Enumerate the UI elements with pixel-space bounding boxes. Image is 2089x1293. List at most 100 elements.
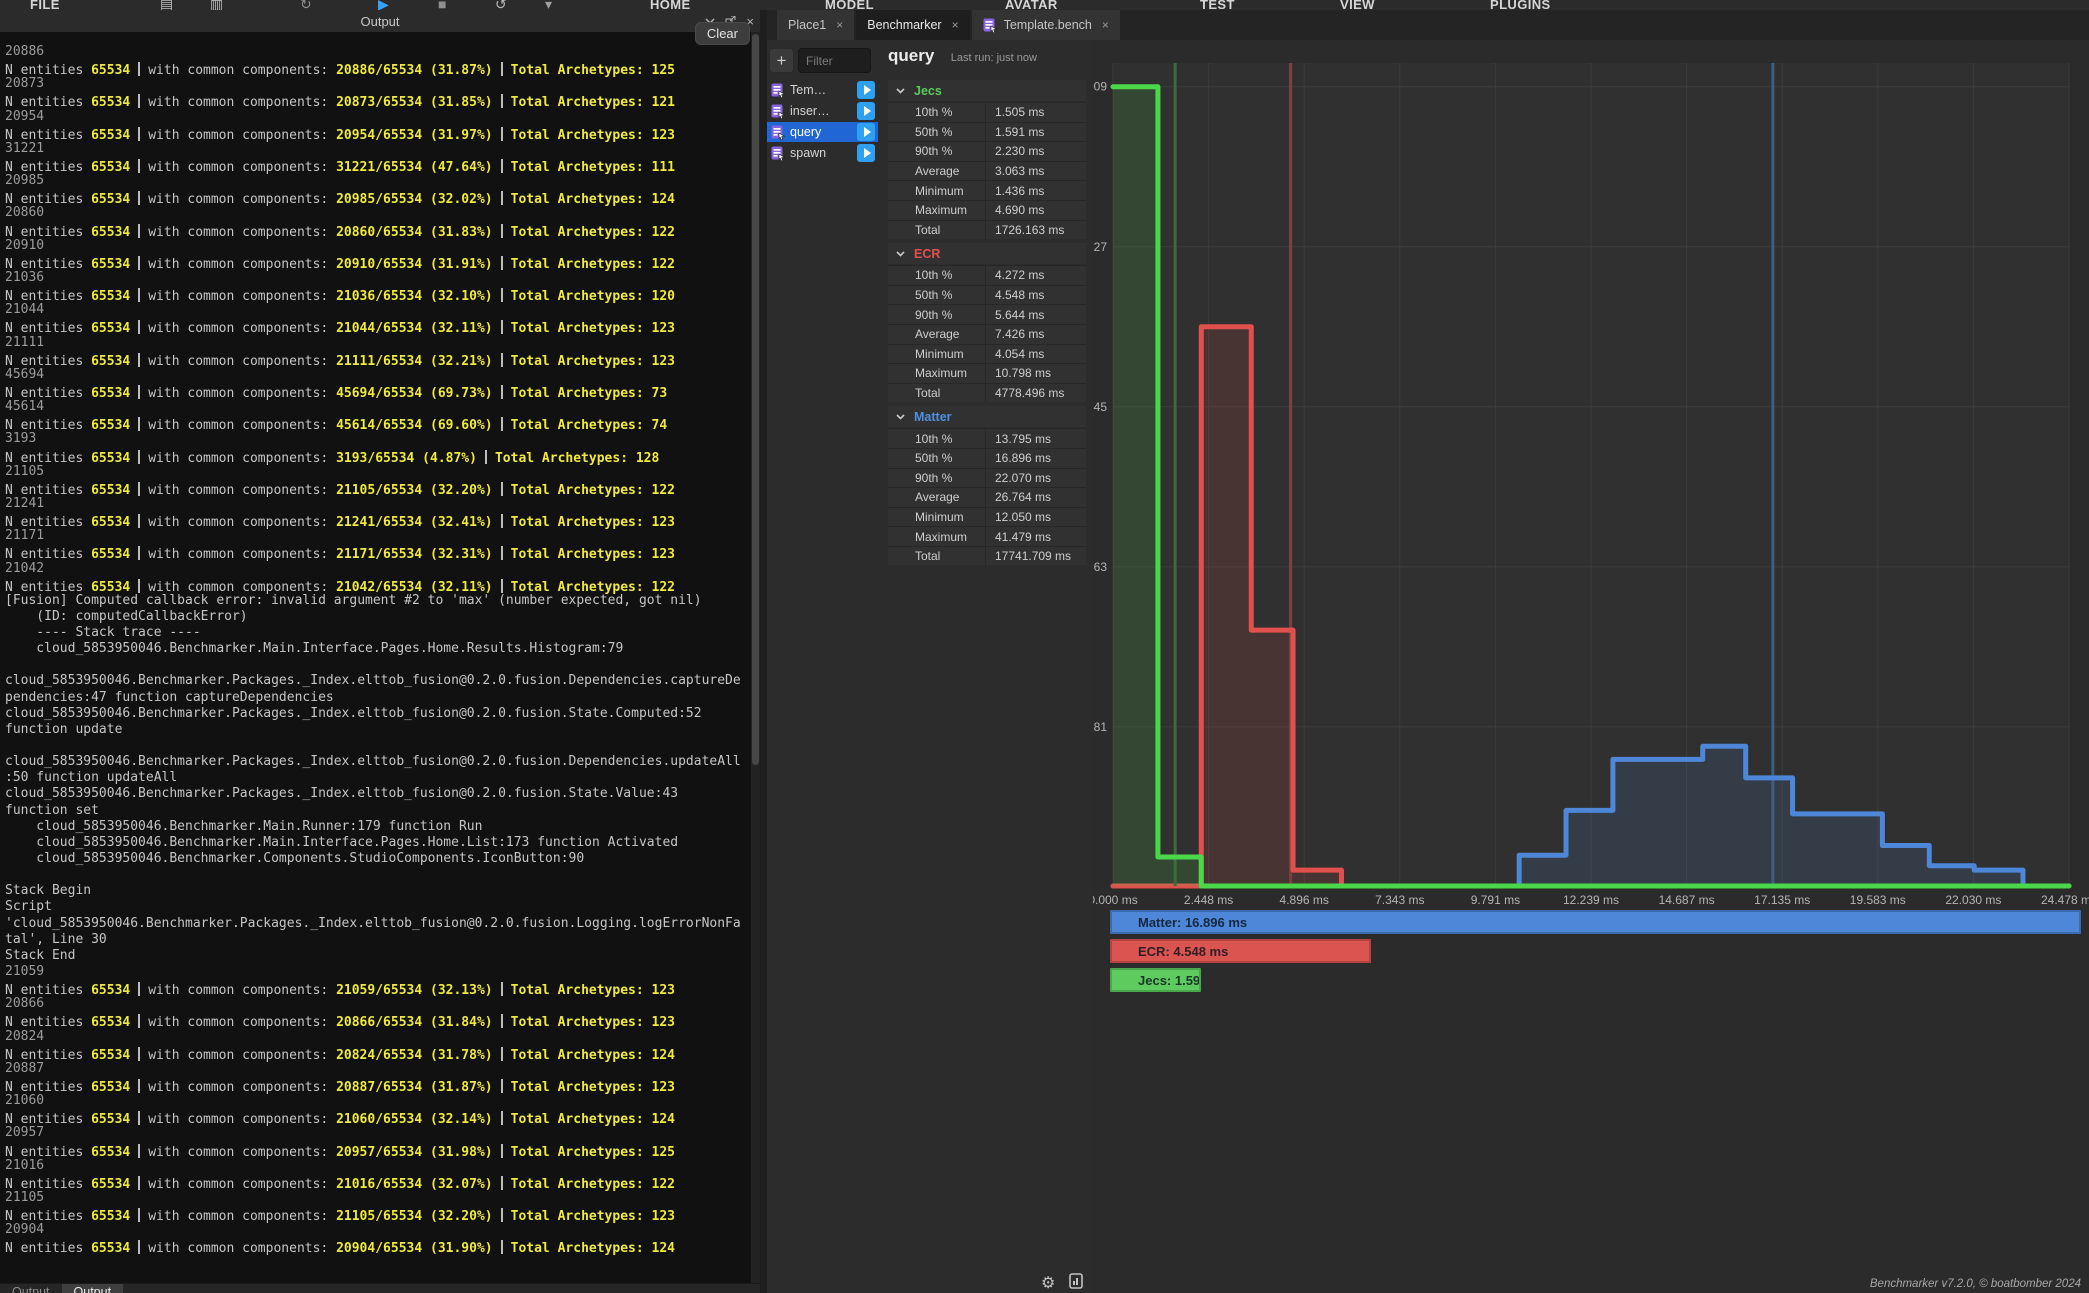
x-tick-label: 12.239 ms bbox=[1563, 893, 1619, 907]
stat-label: Maximum bbox=[888, 201, 985, 220]
run-benchmark-button[interactable] bbox=[857, 102, 875, 120]
stat-label: Maximum bbox=[888, 527, 985, 546]
undo-icon[interactable]: ↺ bbox=[495, 0, 507, 10]
stat-label: Minimum bbox=[888, 181, 985, 200]
console-line: cloud_5853950046.Benchmarker.Components.… bbox=[5, 851, 760, 867]
menu-test[interactable]: TEST bbox=[1200, 0, 1235, 10]
stat-label: 10th % bbox=[888, 266, 985, 285]
stat-label: Average bbox=[888, 325, 985, 344]
y-tick-label: 545 bbox=[1093, 400, 1107, 414]
stat-value: 41.479 ms bbox=[985, 527, 1086, 546]
console-line: N entities 65534with common components: … bbox=[5, 1012, 760, 1028]
paste-icon[interactable]: ▤ bbox=[160, 0, 173, 10]
x-tick-label: 0.000 ms bbox=[1093, 893, 1138, 907]
y-tick-label: 727 bbox=[1093, 240, 1107, 254]
section-header-ecr[interactable]: ECR bbox=[888, 243, 1086, 264]
console-line: 20957 bbox=[5, 1125, 760, 1141]
stat-value: 22.070 ms bbox=[985, 469, 1086, 488]
section-header-jecs[interactable]: Jecs bbox=[888, 80, 1086, 101]
settings-gear-icon[interactable]: ⚙ bbox=[1041, 1273, 1055, 1293]
benchmark-item-query[interactable]: query bbox=[767, 122, 878, 142]
console-line: N entities 65534with common components: … bbox=[5, 351, 760, 367]
console-line: 20866 bbox=[5, 996, 760, 1012]
y-tick-label: 181 bbox=[1093, 720, 1107, 734]
console-line: Stack End bbox=[5, 948, 760, 964]
legend-ecr[interactable]: ECR: 4.548 ms bbox=[1110, 939, 1371, 963]
output-scrollbar[interactable] bbox=[751, 32, 760, 1293]
clear-button[interactable]: Clear bbox=[695, 22, 750, 45]
tab-benchmarker[interactable]: Benchmarker × bbox=[856, 10, 969, 40]
play-icon[interactable]: ▶ bbox=[378, 0, 389, 10]
console-line: ---- Stack trace ---- bbox=[5, 625, 760, 641]
tab-close-icon[interactable]: × bbox=[836, 18, 843, 32]
console-line: 20873 bbox=[5, 76, 760, 92]
stat-value: 10.798 ms bbox=[985, 364, 1086, 383]
section-name: Jecs bbox=[914, 84, 942, 98]
console-line: N entities 65534with common components: … bbox=[5, 1206, 760, 1222]
report-icon[interactable] bbox=[1069, 1273, 1083, 1289]
benchmark-item-label: query bbox=[790, 125, 821, 139]
stop-icon[interactable]: ■ bbox=[438, 0, 446, 10]
console-line: 31221 bbox=[5, 141, 760, 157]
console-line: 45614 bbox=[5, 399, 760, 415]
menu-plugins[interactable]: PLUGINS bbox=[1490, 0, 1551, 10]
benchmarker-body: + Tem…inser…queryspawn ⚙ query Last run:… bbox=[767, 40, 2089, 1293]
stat-row-matter-2: 90th %22.070 ms bbox=[888, 468, 1086, 488]
section-header-matter[interactable]: Matter bbox=[888, 406, 1086, 427]
run-benchmark-button[interactable] bbox=[857, 144, 875, 162]
console-line: 21111 bbox=[5, 335, 760, 351]
chevron-down-icon bbox=[896, 414, 905, 420]
console-line: 21059 bbox=[5, 964, 760, 980]
menu-avatar[interactable]: AVATAR bbox=[1005, 0, 1058, 10]
legend-matter[interactable]: Matter: 16.896 ms bbox=[1110, 910, 2081, 934]
play-icon bbox=[864, 106, 871, 116]
stat-label: Average bbox=[888, 162, 985, 181]
tab-place1[interactable]: Place1× bbox=[777, 10, 854, 40]
stat-value: 17741.709 ms bbox=[985, 547, 1086, 566]
stat-row-matter-4: Minimum12.050 ms bbox=[888, 507, 1086, 527]
run-benchmark-button[interactable] bbox=[857, 81, 875, 99]
filter-input[interactable] bbox=[798, 48, 871, 73]
stat-row-matter-5: Maximum41.479 ms bbox=[888, 526, 1086, 546]
benchmark-item-inser[interactable]: inser… bbox=[767, 101, 878, 121]
stat-row-jecs-1: 50th %1.591 ms bbox=[888, 122, 1086, 142]
console-line: N entities 65534with common components: … bbox=[5, 480, 760, 496]
stat-row-ecr-4: Minimum4.054 ms bbox=[888, 344, 1086, 364]
benchmark-item-Tem[interactable]: Tem… bbox=[767, 80, 878, 100]
console-line: N entities 65534with common components: … bbox=[5, 1142, 760, 1158]
console-line: N entities 65534with common components: … bbox=[5, 254, 760, 270]
menu-file[interactable]: FILE bbox=[30, 0, 60, 10]
save-icon[interactable]: ▥ bbox=[210, 0, 223, 10]
caret-down-icon[interactable]: ▾ bbox=[545, 0, 552, 10]
script-icon bbox=[771, 125, 785, 140]
menu-home[interactable]: HOME bbox=[650, 0, 691, 10]
add-benchmark-button[interactable]: + bbox=[769, 48, 794, 73]
console-line: [Fusion] Computed callback error: invali… bbox=[5, 593, 760, 609]
histogram-area: 1813635457279090.000 ms2.448 ms4.896 ms7… bbox=[1093, 40, 2089, 1293]
tab-close-icon[interactable]: × bbox=[1102, 18, 1109, 32]
legend-jecs[interactable]: Jecs: 1.591… bbox=[1110, 968, 1201, 992]
console-line: N entities 65534with common components: … bbox=[5, 1174, 760, 1190]
tab-close-icon[interactable]: × bbox=[952, 18, 959, 32]
menu-model[interactable]: MODEL bbox=[825, 0, 874, 10]
tab-template-bench[interactable]: Template.bench× bbox=[972, 10, 1120, 40]
stat-label: Total bbox=[888, 384, 985, 403]
console-line: N entities 65534with common components: … bbox=[5, 448, 760, 464]
tab-label: Benchmarker bbox=[867, 18, 941, 32]
benchmark-item-spawn[interactable]: spawn bbox=[767, 143, 878, 163]
console-line: function set bbox=[5, 803, 760, 819]
menu-view[interactable]: VIEW bbox=[1340, 0, 1375, 10]
dock-tab-output[interactable]: Output bbox=[0, 1283, 62, 1293]
redo-icon[interactable]: ↻ bbox=[300, 0, 312, 10]
dock-tab-output-active[interactable]: Output bbox=[62, 1283, 124, 1293]
console-line: 21171 bbox=[5, 528, 760, 544]
last-run-label: Last run: just now bbox=[951, 52, 1037, 64]
console-line: 21036 bbox=[5, 270, 760, 286]
stat-value: 12.050 ms bbox=[985, 508, 1086, 527]
stat-label: Total bbox=[888, 221, 985, 240]
run-benchmark-button[interactable] bbox=[857, 123, 875, 141]
stat-value: 1.591 ms bbox=[985, 123, 1086, 142]
output-console[interactable]: 20886N entities 65534with common compone… bbox=[0, 32, 760, 1293]
console-line: N entities 65534with common components: … bbox=[5, 544, 760, 560]
x-tick-label: 24.478 ms bbox=[2041, 893, 2089, 907]
